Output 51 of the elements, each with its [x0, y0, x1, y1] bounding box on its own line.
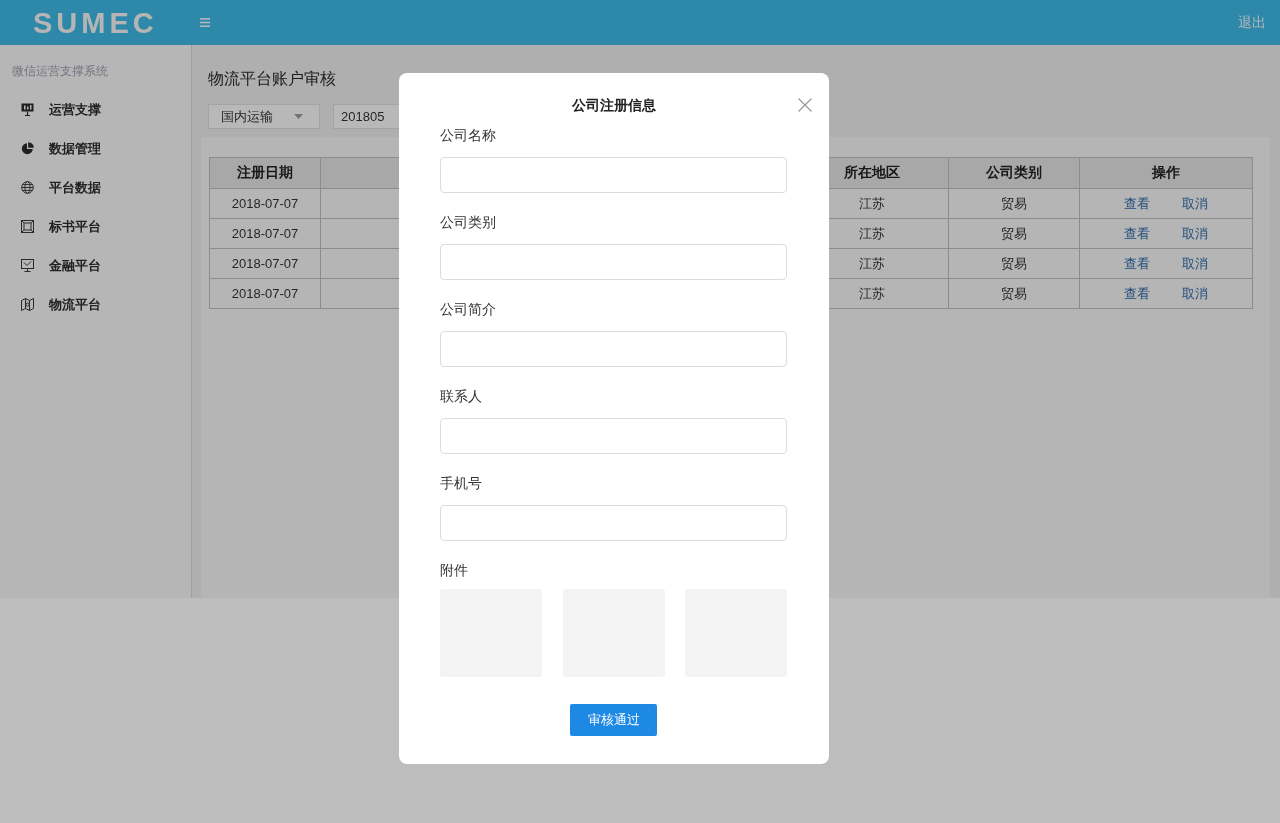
input-field[interactable]: [440, 244, 787, 280]
field-label: 公司名称: [440, 126, 496, 145]
sidebar-item[interactable]: 数据管理: [0, 129, 191, 168]
row-action-link[interactable]: 查看: [1124, 224, 1150, 243]
row-action-link[interactable]: 查看: [1124, 284, 1150, 303]
sidebar-item[interactable]: 运营支撑: [0, 90, 191, 129]
table-cell: 2018-07-07: [210, 249, 321, 279]
input-field[interactable]: [440, 505, 787, 541]
sidebar-item[interactable]: 标书平台: [0, 207, 191, 246]
input-field[interactable]: [440, 157, 787, 193]
system-name: 微信运营支撑系统: [11, 64, 109, 78]
table-cell: 2018-07-07: [210, 189, 321, 219]
sidebar-item[interactable]: 平台数据: [0, 168, 191, 207]
dialog-title: 公司注册信息: [570, 96, 657, 114]
table-cell: 贸易: [949, 219, 1080, 249]
page-title: 物流平台账户审核: [208, 69, 337, 89]
column-header: 公司类别: [949, 158, 1080, 189]
column-header: 操作: [1080, 158, 1253, 189]
field-label: 手机号: [440, 474, 482, 493]
menu-icon[interactable]: [199, 18, 210, 27]
table-cell: 贸易: [949, 189, 1080, 219]
field-label: 公司类别: [440, 213, 496, 232]
field-label: 附件: [440, 561, 468, 580]
sidebar-item[interactable]: 物流平台: [0, 285, 191, 324]
brand-logo: SUMEC: [33, 6, 158, 39]
map-icon: [21, 298, 34, 311]
input-field[interactable]: [440, 331, 787, 367]
column-header: 注册日期: [210, 158, 321, 189]
row-action-link[interactable]: 查看: [1124, 254, 1150, 273]
category-select[interactable]: 国内运输: [208, 104, 320, 129]
sidebar-item[interactable]: 金融平台: [0, 246, 191, 285]
presentation-board-icon: [21, 103, 34, 116]
table-cell: 贸易: [949, 279, 1080, 309]
table-cell: 2018-07-07: [210, 279, 321, 309]
field-label: 公司简介: [440, 300, 496, 319]
table-cell: 贸易: [949, 249, 1080, 279]
pie-chart-icon: [21, 142, 34, 155]
row-action-link[interactable]: 取消: [1182, 224, 1208, 243]
close-icon[interactable]: [798, 98, 812, 112]
row-action-link[interactable]: 取消: [1182, 284, 1208, 303]
row-action-link[interactable]: 取消: [1182, 194, 1208, 213]
monitor-icon: [21, 259, 34, 272]
row-action-link[interactable]: 取消: [1182, 254, 1208, 273]
row-action-link[interactable]: 查看: [1124, 194, 1150, 213]
globe-icon: [21, 181, 34, 194]
table-cell: 2018-07-07: [210, 219, 321, 249]
approve-button[interactable]: 审核通过: [570, 704, 657, 736]
field-label: 联系人: [440, 387, 482, 406]
picture-frame-icon: [21, 220, 34, 233]
caret-icon: [294, 114, 303, 119]
input-field[interactable]: [440, 418, 787, 454]
